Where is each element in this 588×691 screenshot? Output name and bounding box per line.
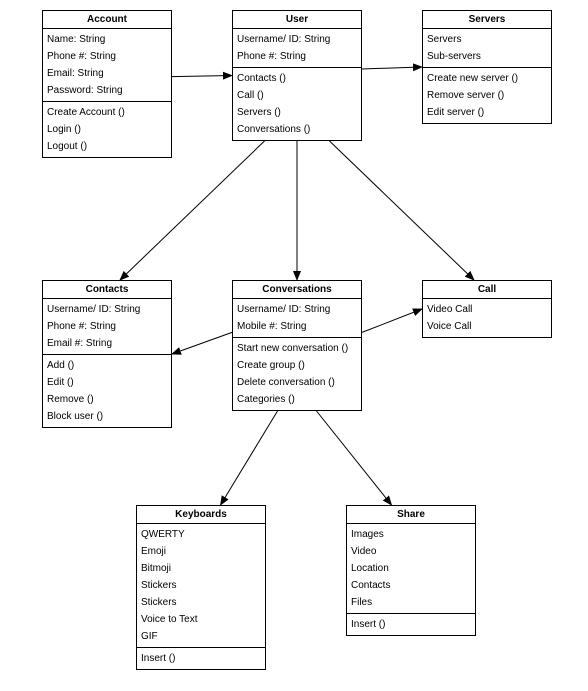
- operation: Create Account (): [47, 104, 167, 121]
- operation: Block user (): [47, 408, 167, 425]
- operation: Insert (): [351, 616, 471, 633]
- operation: Contacts (): [237, 70, 357, 87]
- attribute: Bitmoji: [141, 560, 261, 577]
- relationship-arrow: [330, 141, 475, 280]
- attribute: Username/ ID: String: [237, 31, 357, 48]
- operation: Call (): [237, 87, 357, 104]
- class-keyboards: KeyboardsQWERTYEmojiBitmojiStickersStick…: [136, 505, 266, 670]
- attribute: Images: [351, 526, 471, 543]
- attribute: Voice Call: [427, 318, 547, 335]
- attribute: Phone #: String: [47, 318, 167, 335]
- class-conversations: ConversationsUsername/ ID: StringMobile …: [232, 280, 362, 411]
- class-servers: ServersServersSub-serversCreate new serv…: [422, 10, 552, 124]
- class-title: Call: [423, 281, 551, 299]
- operation: Logout (): [47, 138, 167, 155]
- attribute: Email: String: [47, 65, 167, 82]
- operation: Create group (): [237, 357, 357, 374]
- attribute: Voice to Text: [141, 611, 261, 628]
- relationship-arrow: [172, 332, 232, 354]
- operation: Create new server (): [427, 70, 547, 87]
- operation: Add (): [47, 357, 167, 374]
- operation: Edit server (): [427, 104, 547, 121]
- attributes: Username/ ID: StringPhone #: String: [233, 29, 361, 68]
- class-share: ShareImagesVideoLocationContactsFilesIns…: [346, 505, 476, 636]
- attributes: Name: StringPhone #: StringEmail: String…: [43, 29, 171, 102]
- operation: Login (): [47, 121, 167, 138]
- attributes: ImagesVideoLocationContactsFiles: [347, 524, 475, 614]
- operations: Create new server ()Remove server ()Edit…: [423, 68, 551, 123]
- class-title: Account: [43, 11, 171, 29]
- operations: Insert (): [137, 648, 265, 669]
- operation: Categories (): [237, 391, 357, 408]
- attribute: Phone #: String: [47, 48, 167, 65]
- operation: Conversations (): [237, 121, 357, 138]
- attribute: Emoji: [141, 543, 261, 560]
- operations: Start new conversation ()Create group ()…: [233, 338, 361, 410]
- operations: Insert (): [347, 614, 475, 635]
- attribute: Contacts: [351, 577, 471, 594]
- class-title: Keyboards: [137, 506, 265, 524]
- operations: Create Account ()Login ()Logout (): [43, 102, 171, 157]
- class-call: CallVideo CallVoice Call: [422, 280, 552, 338]
- class-title: Share: [347, 506, 475, 524]
- operation: Insert (): [141, 650, 261, 667]
- attribute: Mobile #: String: [237, 318, 357, 335]
- class-title: Contacts: [43, 281, 171, 299]
- operation: Remove (): [47, 391, 167, 408]
- relationship-arrow: [221, 411, 278, 505]
- attributes: Username/ ID: StringPhone #: StringEmail…: [43, 299, 171, 355]
- operation: Start new conversation (): [237, 340, 357, 357]
- attribute: Stickers: [141, 594, 261, 611]
- operations: Contacts ()Call ()Servers ()Conversation…: [233, 68, 361, 140]
- attribute: Video: [351, 543, 471, 560]
- relationship-arrow: [362, 309, 422, 332]
- uml-diagram: AccountName: StringPhone #: StringEmail:…: [0, 0, 588, 691]
- attributes: QWERTYEmojiBitmojiStickersStickersVoice …: [137, 524, 265, 648]
- relationship-arrow: [120, 141, 265, 280]
- attribute: Username/ ID: String: [237, 301, 357, 318]
- attributes: Username/ ID: StringMobile #: String: [233, 299, 361, 338]
- class-title: User: [233, 11, 361, 29]
- operation: Edit (): [47, 374, 167, 391]
- operation: Remove server (): [427, 87, 547, 104]
- attribute: Stickers: [141, 577, 261, 594]
- relationship-arrow: [362, 67, 422, 69]
- attribute: Files: [351, 594, 471, 611]
- class-title: Conversations: [233, 281, 361, 299]
- class-contacts: ContactsUsername/ ID: StringPhone #: Str…: [42, 280, 172, 428]
- attribute: Password: String: [47, 82, 167, 99]
- attributes: ServersSub-servers: [423, 29, 551, 68]
- class-user: UserUsername/ ID: StringPhone #: StringC…: [232, 10, 362, 141]
- attribute: Video Call: [427, 301, 547, 318]
- relationship-arrow: [317, 411, 392, 505]
- attribute: QWERTY: [141, 526, 261, 543]
- attribute: Location: [351, 560, 471, 577]
- attribute: Servers: [427, 31, 547, 48]
- operation: Delete conversation (): [237, 374, 357, 391]
- class-title: Servers: [423, 11, 551, 29]
- attribute: Username/ ID: String: [47, 301, 167, 318]
- attribute: Email #: String: [47, 335, 167, 352]
- attribute: Phone #: String: [237, 48, 357, 65]
- attribute: Name: String: [47, 31, 167, 48]
- attributes: Video CallVoice Call: [423, 299, 551, 337]
- operation: Servers (): [237, 104, 357, 121]
- attribute: GIF: [141, 628, 261, 645]
- operations: Add ()Edit ()Remove ()Block user (): [43, 355, 171, 427]
- relationship-arrow: [172, 76, 232, 77]
- attribute: Sub-servers: [427, 48, 547, 65]
- class-account: AccountName: StringPhone #: StringEmail:…: [42, 10, 172, 158]
